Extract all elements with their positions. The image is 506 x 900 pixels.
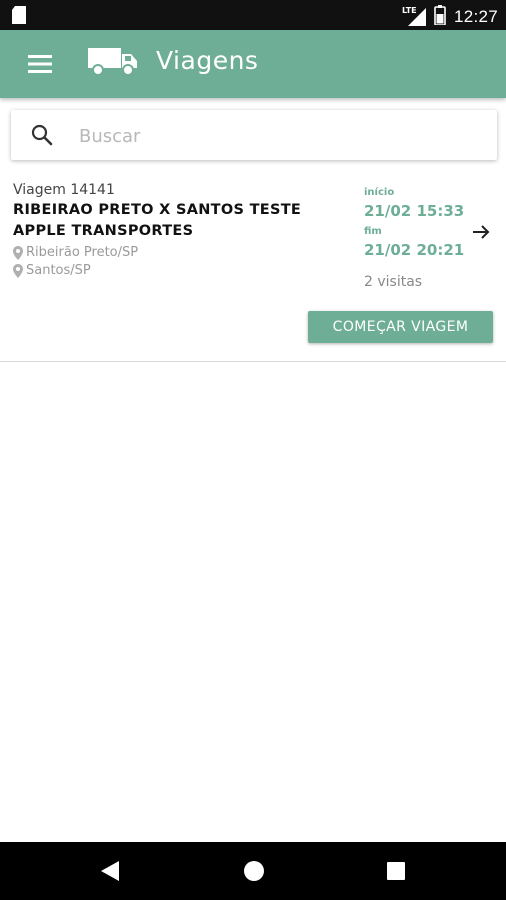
trip-list-item[interactable]: Viagem 14141 RIBEIRAO PRETO X SANTOS TES… (0, 178, 506, 362)
trip-origin: Ribeirão Preto/SP (13, 245, 138, 260)
start-label: início (364, 187, 395, 198)
trip-id: Viagem 14141 (13, 182, 115, 198)
search-bar (11, 110, 497, 160)
origin-label: Ribeirão Preto/SP (26, 245, 139, 260)
menu-button[interactable] (20, 46, 60, 82)
visits-count: 2 visitas (364, 274, 423, 290)
end-date: 21/02 20:21 (364, 241, 465, 259)
start-trip-button[interactable]: COMEÇAR VIAGEM (308, 311, 493, 343)
home-icon[interactable] (243, 860, 265, 886)
search-input[interactable] (77, 118, 481, 154)
page-title: Viagens (156, 46, 259, 75)
search-icon[interactable] (31, 124, 53, 150)
menu-icon (28, 55, 52, 73)
destination-label: Santos/SP (26, 263, 91, 278)
status-bar: LTE 12:27 (0, 0, 506, 30)
location-pin-icon (13, 263, 23, 278)
arrow-right-icon[interactable] (472, 224, 490, 244)
recent-apps-icon[interactable] (386, 861, 406, 885)
trip-destination: Santos/SP (13, 263, 91, 278)
app-bar: Viagens (0, 30, 506, 98)
end-label: fim (364, 226, 382, 237)
location-pin-icon (13, 245, 23, 260)
signal-icon: LTE (400, 6, 426, 26)
battery-icon (434, 5, 446, 29)
trip-name: RIBEIRAO PRETO X SANTOS TESTE APPLE TRAN… (13, 202, 302, 239)
status-time: 12:27 (453, 7, 498, 26)
truck-icon (88, 48, 138, 80)
back-icon[interactable] (100, 860, 120, 886)
start-date: 21/02 15:33 (364, 202, 465, 220)
system-nav-bar (0, 842, 506, 900)
sd-card-icon (12, 6, 26, 28)
network-label: LTE (400, 6, 418, 15)
